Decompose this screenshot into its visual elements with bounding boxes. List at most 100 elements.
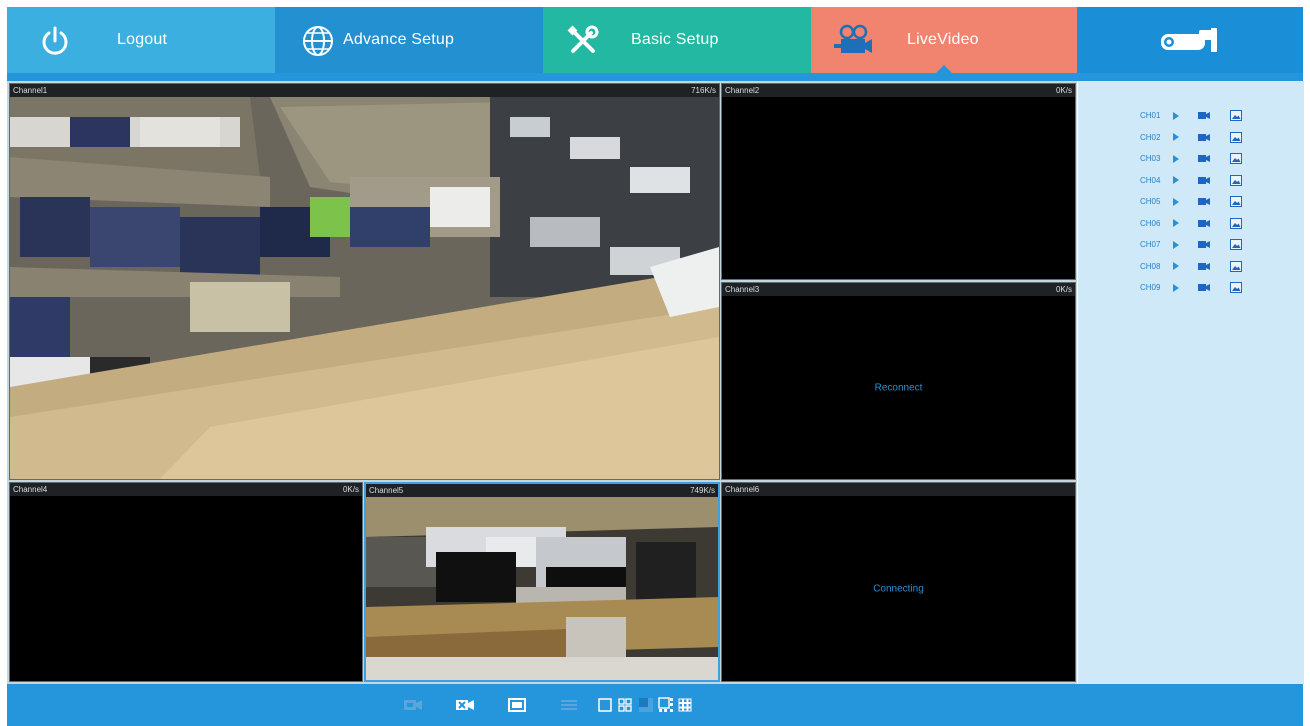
snapshot-icon[interactable] — [1230, 260, 1250, 272]
stop-record-icon[interactable] — [454, 696, 476, 714]
channel-row-label: CH01 — [1140, 111, 1161, 121]
channel-title-bar: Channel5 749K/s — [366, 484, 718, 497]
channel-row-label: CH09 — [1140, 283, 1161, 293]
channel-name: Channel3 — [725, 285, 760, 294]
channel-row: CH05 — [1140, 191, 1250, 213]
video-grid: Channel1 716K/s Channel2 0K/s Channel3 0… — [7, 81, 1077, 684]
tab-advance-setup-label: Advance Setup — [343, 31, 455, 48]
channel-side-panel: CH01 CH02 CH03 CH04 CH05 CH06 CH07 CH08 CH09 — [1078, 81, 1304, 684]
snapshot-icon[interactable] — [1230, 131, 1250, 143]
channel-bitrate: 716K/s — [691, 86, 716, 95]
globe-icon — [298, 21, 338, 61]
layout-6-icon[interactable] — [637, 696, 655, 714]
channel-row: CH01 — [1140, 105, 1250, 127]
power-icon — [35, 21, 75, 61]
play-icon[interactable] — [1172, 196, 1198, 208]
play-icon[interactable] — [1172, 153, 1198, 165]
layout-8-icon[interactable] — [657, 696, 675, 714]
play-icon[interactable] — [1172, 110, 1198, 122]
video-cell-channel5[interactable]: Channel5 749K/s — [364, 482, 720, 682]
channel-name: Channel1 — [13, 86, 48, 95]
snapshot-icon[interactable] — [1230, 110, 1250, 122]
snapshot-icon[interactable] — [1230, 196, 1250, 208]
play-icon[interactable] — [1172, 217, 1198, 229]
record-icon[interactable] — [1198, 282, 1230, 294]
video-cell-channel6[interactable]: Channel6 Connecting — [721, 482, 1076, 682]
play-icon[interactable] — [1172, 239, 1198, 251]
channel-title-bar: Channel1 716K/s — [10, 84, 719, 97]
bottom-toolbar — [7, 684, 1303, 726]
record-icon[interactable] — [1198, 131, 1230, 143]
video-cell-channel4[interactable]: Channel4 0K/s — [9, 482, 363, 682]
record-all-icon[interactable] — [402, 696, 424, 714]
channel-row-label: CH05 — [1140, 197, 1161, 207]
tab-basic-setup-label: Basic Setup — [631, 31, 719, 48]
play-icon[interactable] — [1172, 131, 1198, 143]
video-feed-empty — [10, 496, 362, 681]
snapshot-icon[interactable] — [1230, 217, 1250, 229]
channel-title-bar: Channel6 — [722, 483, 1075, 496]
channel-title-bar: Channel4 0K/s — [10, 483, 362, 496]
record-icon[interactable] — [1198, 153, 1230, 165]
tab-basic-setup[interactable]: Basic Setup — [543, 7, 811, 73]
channel-row-label: CH06 — [1140, 218, 1161, 228]
channel-status-text: Reconnect — [874, 382, 923, 393]
tab-logout-label: Logout — [117, 31, 168, 48]
video-cell-channel1[interactable]: Channel1 716K/s — [9, 83, 720, 480]
channel-row: CH02 — [1140, 127, 1250, 149]
channel-row-label: CH03 — [1140, 154, 1161, 164]
channel-title-bar: Channel2 0K/s — [722, 84, 1075, 97]
tab-live-video-label: LiveVideo — [907, 31, 979, 48]
play-icon[interactable] — [1172, 282, 1198, 294]
channel-name: Channel4 — [13, 485, 48, 494]
video-cell-channel3[interactable]: Channel3 0K/s Reconnect — [721, 282, 1076, 480]
record-icon[interactable] — [1198, 239, 1230, 251]
channel-title-bar: Channel3 0K/s — [722, 283, 1075, 296]
layout-1-icon[interactable] — [597, 696, 613, 714]
nav-underline — [7, 73, 1303, 81]
app-root: Logout Advance Setup Basic Setup LiveVid… — [0, 0, 1310, 726]
channel-bitrate: 0K/s — [1055, 285, 1072, 294]
fullscreen-icon[interactable] — [507, 696, 527, 714]
snapshot-icon[interactable] — [1230, 282, 1250, 294]
channel-row: CH06 — [1140, 213, 1250, 235]
video-cell-channel2[interactable]: Channel2 0K/s — [721, 83, 1076, 280]
channel-row: CH09 — [1140, 277, 1250, 299]
channel-bitrate: 0K/s — [342, 485, 359, 494]
menu-lines-icon[interactable] — [559, 696, 579, 714]
tab-advance-setup[interactable]: Advance Setup — [275, 7, 543, 73]
play-icon[interactable] — [1172, 260, 1198, 272]
movie-camera-icon — [833, 21, 873, 61]
channel-row-label: CH04 — [1140, 175, 1161, 185]
snapshot-icon[interactable] — [1230, 239, 1250, 251]
channel-row-label: CH02 — [1140, 132, 1161, 142]
tab-logout[interactable]: Logout — [7, 7, 275, 73]
bullet-camera-logo-icon — [1155, 21, 1225, 61]
record-icon[interactable] — [1198, 174, 1230, 186]
layout-4-icon[interactable] — [617, 696, 633, 714]
channel-row-label: CH07 — [1140, 240, 1161, 250]
main-nav: Logout Advance Setup Basic Setup LiveVid… — [7, 7, 1303, 74]
channel-name: Channel6 — [725, 485, 760, 494]
channel-row-label: CH08 — [1140, 261, 1161, 271]
channel-row: CH03 — [1140, 148, 1250, 170]
video-feed-empty: Reconnect — [722, 296, 1075, 479]
record-icon[interactable] — [1198, 217, 1230, 229]
tab-live-video[interactable]: LiveVideo — [811, 7, 1077, 74]
channel-list: CH01 CH02 CH03 CH04 CH05 CH06 CH07 CH08 CH09 — [1140, 105, 1250, 299]
channel-name: Channel2 — [725, 86, 760, 95]
channel-row: CH04 — [1140, 170, 1250, 192]
snapshot-icon[interactable] — [1230, 153, 1250, 165]
video-feed-empty: Connecting — [722, 496, 1075, 681]
channel-bitrate: 749K/s — [690, 486, 715, 495]
snapshot-icon[interactable] — [1230, 174, 1250, 186]
brand-area — [1077, 7, 1303, 73]
record-icon[interactable] — [1198, 196, 1230, 208]
channel-bitrate: 0K/s — [1055, 86, 1072, 95]
play-icon[interactable] — [1172, 174, 1198, 186]
record-icon[interactable] — [1198, 260, 1230, 272]
channel-row: CH08 — [1140, 256, 1250, 278]
layout-9-icon[interactable] — [677, 696, 693, 714]
record-icon[interactable] — [1198, 110, 1230, 122]
video-feed-warehouse — [10, 97, 719, 479]
